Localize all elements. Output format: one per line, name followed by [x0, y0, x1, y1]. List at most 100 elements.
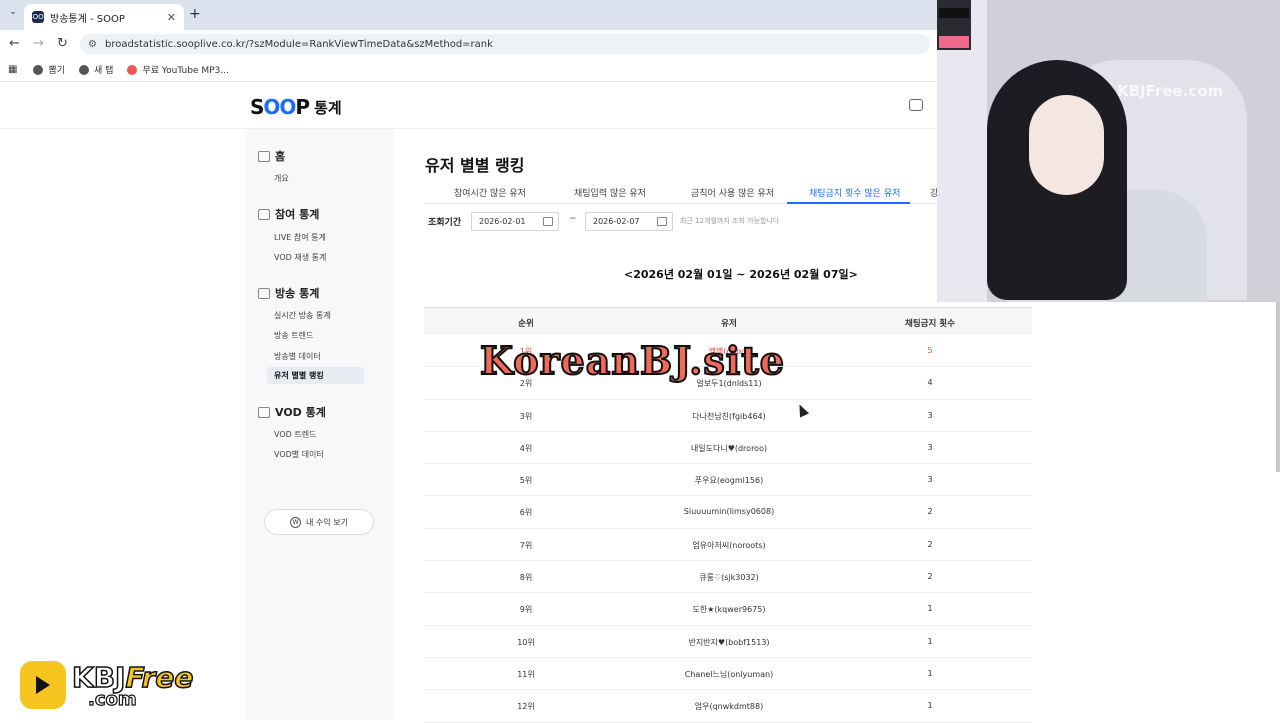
sidebar: 홈 개요 참여 통계 LIVE 참여 통계 VOD 재생 통계 방송 통계 실시… [245, 129, 394, 720]
scrollbar[interactable] [1276, 302, 1280, 472]
user-cell: 도한★(kqwer9675) [692, 605, 766, 615]
mini-screen-image [937, 0, 971, 50]
table-row: 6위 Siuuuumin(limsy0608) 2 [424, 496, 1032, 529]
sidebar-item-vod-playback[interactable]: VOD 재생 통계 [274, 252, 326, 263]
sidebar-section-vod[interactable]: VOD 통계 [258, 404, 326, 420]
period-hint: 최근 12개월까지 조회 가능합니다 [680, 217, 780, 225]
tab-chat-ban[interactable]: 채팅금지 횟수 많은 유저 [809, 186, 900, 199]
ban-count-cell: 2 [927, 507, 933, 517]
vod-icon [258, 406, 270, 418]
table-row: 9위 도한★(kqwer9675) 1 [424, 593, 1032, 626]
globe-icon [33, 64, 44, 75]
user-cell: 푸우요(eogml156) [694, 476, 764, 486]
webcam-overlay: KBJFree.com [937, 0, 1280, 302]
broadcast-icon[interactable] [909, 99, 923, 111]
active-tab-indicator [787, 202, 910, 204]
table-body: 1위 깽깽(dood) 5 2위 얼보두1(dnlds11) 4 3위 다나천남친(fgib4… [424, 335, 1032, 723]
user-cell: Chanel느님(onlyuman) [684, 669, 774, 679]
tab-watch-time[interactable]: 참여시간 많은 유저 [454, 186, 526, 199]
user-cell: 엄우(qnwkdmt88) [694, 702, 764, 712]
rank-cell: 10위 [517, 637, 535, 647]
table-row: 8위 큐룽♡(sjk3032) 2 [424, 561, 1032, 594]
ban-count-cell: 4 [927, 378, 933, 388]
calendar-icon[interactable] [543, 217, 553, 226]
cloud-icon [127, 64, 138, 75]
sidebar-item-trend[interactable]: 방송 트렌드 [274, 330, 313, 341]
sidebar-item-vod-trend[interactable]: VOD 트렌드 [274, 429, 316, 440]
back-icon[interactable]: ← [9, 36, 20, 51]
participation-icon [258, 208, 270, 220]
user-cell: 반지반지♥(bobf1513) [688, 637, 770, 647]
soop-logo[interactable]: SOOP 통계 [250, 95, 342, 119]
close-tab-icon[interactable]: ✕ [167, 11, 176, 24]
sidebar-item-user-ranking[interactable]: 유저 별별 랭킹 [267, 367, 364, 384]
globe-icon [79, 64, 90, 75]
bookmarks-bar: ▦ 뽐기 새 탭 무료 YouTube MP3... [0, 58, 937, 82]
address-bar: ← → ↻ ⚙ broadstatistic.sooplive.co.kr/?s… [0, 30, 937, 58]
table-row: 3위 다나천남친(fgib464) 3 [424, 400, 1032, 432]
new-tab-button[interactable]: + [189, 6, 201, 22]
sidebar-item-realtime[interactable]: 실시간 방송 통계 [274, 310, 331, 321]
view-earnings-button[interactable]: W 내 수익 보기 [264, 509, 374, 535]
forward-icon[interactable]: → [33, 36, 44, 51]
apps-grid-icon[interactable]: ▦ [8, 64, 17, 75]
bookmark-item[interactable]: 새 탭 [79, 63, 113, 76]
sidebar-home[interactable]: 홈 [258, 148, 285, 164]
rank-cell: 12위 [517, 702, 535, 712]
ban-count-cell: 5 [927, 346, 933, 355]
tab-search-icon[interactable]: ⌄ [6, 7, 20, 21]
sidebar-item-live-participation[interactable]: LIVE 참여 통계 [274, 232, 326, 243]
period-label: 조회기간 [428, 218, 462, 228]
ban-count-cell: 1 [927, 701, 933, 711]
play-badge-icon [20, 661, 66, 709]
reload-icon[interactable]: ↻ [57, 36, 68, 51]
calendar-icon[interactable] [657, 217, 667, 226]
header-user: 유저 [721, 319, 737, 329]
ban-count-cell: 3 [927, 475, 933, 485]
center-watermark: KoreanBJ.site [479, 337, 785, 384]
url-input[interactable]: ⚙ broadstatistic.sooplive.co.kr/?szModul… [80, 34, 930, 54]
table-row: 12위 엄우(qnwkdmt88) 1 [424, 690, 1032, 723]
ban-count-cell: 3 [927, 442, 933, 452]
browser-tab[interactable]: SOOP 방송통계 - SOOP ✕ [24, 4, 184, 30]
kbjfree-logo: KBJFree .com [20, 655, 220, 715]
url-text: broadstatistic.sooplive.co.kr/?szModule=… [104, 38, 493, 50]
header-ban-count: 채팅금지 횟수 [905, 319, 955, 329]
person-image [1029, 95, 1104, 195]
user-cell: 엄유아저씨(noroots) [692, 540, 766, 550]
sidebar-item-overview[interactable]: 개요 [274, 173, 289, 184]
table-row: 10위 반지반지♥(bobf1513) 1 [424, 626, 1032, 658]
bookmark-item[interactable]: 무료 YouTube MP3... [127, 63, 229, 76]
tab-chat-input[interactable]: 채팅입력 많은 유저 [574, 186, 646, 199]
ban-count-cell: 1 [927, 668, 933, 678]
rank-cell: 6위 [519, 508, 533, 518]
sidebar-item-broadcast-data[interactable]: 방송별 데이터 [274, 351, 321, 362]
end-date-input[interactable]: 2026-02-07 [585, 212, 673, 231]
ranking-tabs: 참여시간 많은 유저 채팅입력 많은 유저 금칙어 사용 많은 유저 채팅금지 … [424, 182, 938, 204]
header-rank: 순위 [518, 319, 534, 329]
rank-cell: 5위 [519, 476, 533, 486]
sidebar-section-broadcast[interactable]: 방송 통계 [258, 285, 319, 301]
bookmark-item[interactable]: 뽐기 [33, 63, 65, 76]
table-header: 순위 유저 채팅금지 횟수 [424, 307, 1032, 335]
won-icon: W [290, 516, 302, 528]
sidebar-section-participation[interactable]: 참여 통계 [258, 206, 319, 222]
ban-count-cell: 3 [927, 410, 933, 420]
tab-title: 방송통계 - SOOP [50, 13, 125, 25]
ban-count-cell: 1 [927, 636, 933, 646]
date-separator: ~ [569, 214, 577, 224]
table-row: 5위 푸우요(eogml156) 3 [424, 464, 1032, 497]
user-cell: Siuuuumin(limsy0608) [683, 507, 775, 517]
range-title: <2026년 02월 01일 ~ 2026년 02월 07일> [624, 268, 858, 281]
site-info-icon[interactable]: ⚙ [88, 39, 97, 50]
start-date-input[interactable]: 2026-02-01 [471, 212, 559, 231]
sidebar-item-vod-data[interactable]: VOD별 데이터 [274, 449, 324, 460]
site-header: SOOP 통계 [0, 82, 937, 129]
table-row: 11위 Chanel느님(onlyuman) 1 [424, 658, 1032, 691]
rank-cell: 11위 [517, 669, 535, 679]
ban-count-cell: 2 [927, 539, 933, 549]
browser-tab-bar: ⌄ SOOP 방송통계 - SOOP ✕ + [0, 0, 937, 30]
tab-banned-words[interactable]: 금칙어 사용 많은 유저 [691, 186, 774, 199]
rank-cell: 8위 [519, 573, 533, 583]
page-title: 유저 별별 랭킹 [425, 156, 525, 175]
